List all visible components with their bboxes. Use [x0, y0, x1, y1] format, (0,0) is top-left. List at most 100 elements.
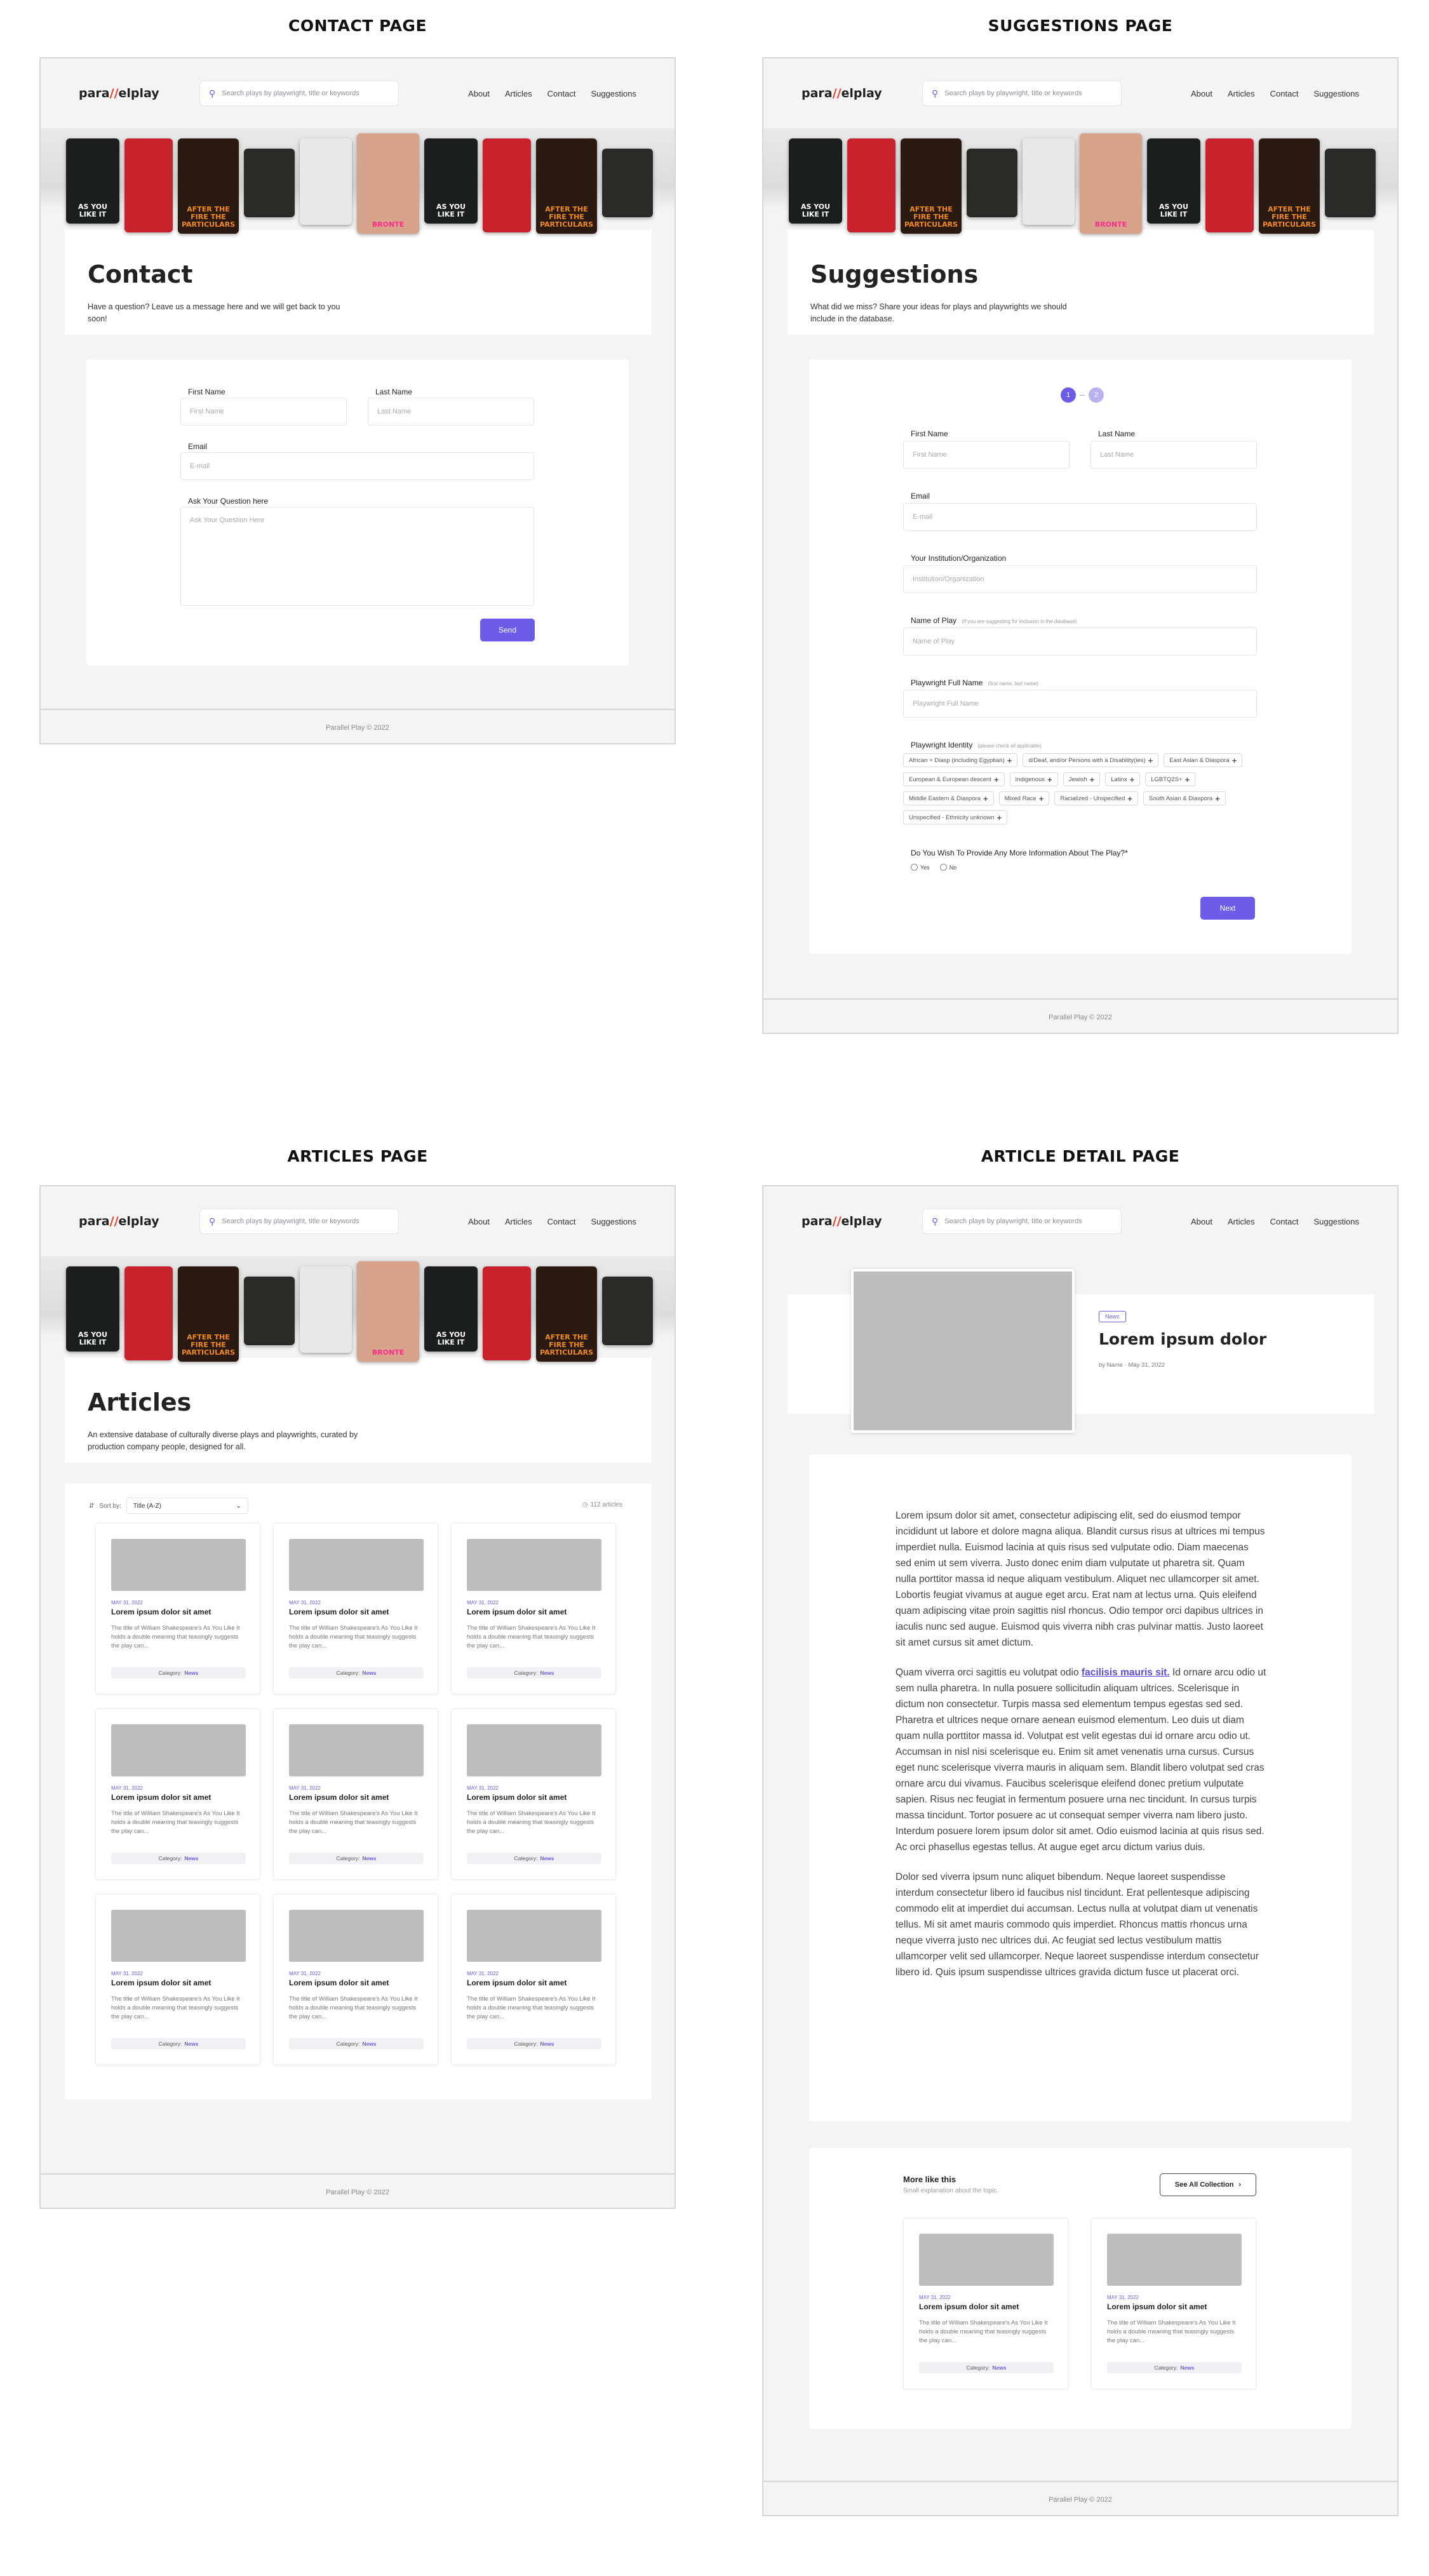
article-card[interactable]: MAY 31, 2022 Lorem ipsum dolor sit amet Th… — [451, 1894, 616, 2065]
nav-articles[interactable]: Articles — [1228, 1217, 1255, 1226]
email-field[interactable]: E-mail — [180, 452, 534, 480]
search-input[interactable]: ⚲ Search plays by playwright, title or ke… — [199, 81, 399, 106]
identity-chip[interactable]: South Asian & Diaspora + — [1143, 791, 1226, 805]
article-card[interactable]: MAY 31, 2022 Lorem ipsum dolor sit amet Th… — [451, 1708, 616, 1880]
nav-about[interactable]: About — [468, 89, 490, 98]
nav-contact[interactable]: Contact — [1270, 1217, 1299, 1226]
nav-suggestions[interactable]: Suggestions — [1313, 1217, 1359, 1226]
identity-chip[interactable]: Jewish + — [1063, 772, 1101, 786]
book-cover[interactable]: BRONTE — [357, 133, 419, 234]
book-cover[interactable] — [602, 149, 653, 217]
sort-select[interactable]: Title (A-Z) ⌄ — [126, 1498, 248, 1514]
search-input[interactable]: ⚲ Search plays by playwright, title or ke… — [922, 81, 1122, 106]
article-card-title[interactable]: Lorem ipsum dolor sit amet — [919, 2302, 1019, 2311]
article-category[interactable]: Category: News — [467, 2038, 601, 2049]
nav-contact[interactable]: Contact — [547, 1217, 576, 1226]
article-card[interactable]: MAY 31, 2022 Lorem ipsum dolor sit amet Th… — [95, 1894, 260, 2065]
book-cover[interactable] — [483, 138, 531, 232]
book-cover[interactable] — [1205, 138, 1254, 232]
article-card-title[interactable]: Lorem ipsum dolor sit amet — [289, 1793, 389, 1802]
book-cover[interactable]: BRONTE — [357, 1261, 419, 1362]
institution-field[interactable]: Institution/Organization — [903, 565, 1257, 593]
identity-chip[interactable]: Latinx + — [1105, 772, 1141, 786]
step-2[interactable]: 2 — [1089, 387, 1104, 403]
article-card[interactable]: MAY 31, 2022 Lorem ipsum dolor sit amet Th… — [273, 1523, 438, 1694]
identity-chip[interactable]: Indigenous + — [1009, 772, 1058, 786]
identity-chip[interactable]: European & European descent + — [903, 772, 1005, 786]
see-all-button[interactable]: See All Collection › — [1160, 2173, 1256, 2196]
article-card-title[interactable]: Lorem ipsum dolor sit amet — [467, 1978, 567, 1987]
identity-chip[interactable]: African + Diasp (including Egyptian) + — [903, 753, 1018, 767]
article-category[interactable]: Category: News — [289, 1667, 424, 1679]
first-name-field[interactable]: First Name — [903, 441, 1070, 469]
nav-about[interactable]: About — [1191, 1217, 1212, 1226]
next-button[interactable]: Next — [1200, 897, 1255, 920]
article-category[interactable]: Category: News — [919, 2362, 1054, 2373]
book-cover[interactable]: AFTER THE FIRE THE PARTICULARS — [178, 1266, 239, 1362]
nav-about[interactable]: About — [468, 1217, 490, 1226]
article-card[interactable]: MAY 31, 2022 Lorem ipsum dolor sit amet Th… — [451, 1523, 616, 1694]
book-cover[interactable] — [124, 1266, 173, 1360]
book-cover[interactable]: AS YOU LIKE IT — [424, 1266, 478, 1352]
book-cover[interactable] — [847, 138, 896, 232]
radio-yes[interactable]: Yes — [911, 864, 930, 871]
article-card[interactable]: MAY 31, 2022 Lorem ipsum dolor sit amet Th… — [903, 2218, 1068, 2389]
nav-contact[interactable]: Contact — [1270, 89, 1299, 98]
article-category[interactable]: Category: News — [111, 1667, 246, 1679]
book-cover[interactable]: AS YOU LIKE IT — [1147, 138, 1200, 224]
question-field[interactable]: Ask Your Question Here — [180, 507, 534, 606]
book-cover[interactable]: AS YOU LIKE IT — [66, 138, 119, 224]
search-input[interactable]: ⚲ Search plays by playwright, title or ke… — [199, 1209, 399, 1234]
book-cover[interactable] — [124, 138, 173, 232]
send-button[interactable]: Send — [480, 619, 535, 641]
book-cover[interactable]: AS YOU LIKE IT — [424, 138, 478, 224]
nav-about[interactable]: About — [1191, 89, 1212, 98]
article-category[interactable]: Category: News — [111, 2038, 246, 2049]
book-cover[interactable]: AFTER THE FIRE THE PARTICULARS — [536, 1266, 597, 1362]
book-cover[interactable] — [244, 1277, 295, 1345]
article-category[interactable]: Category: News — [467, 1853, 601, 1864]
book-cover[interactable] — [1325, 149, 1376, 217]
logo[interactable]: para//elplay — [802, 1214, 890, 1228]
book-cover[interactable] — [244, 149, 295, 217]
book-cover[interactable]: AS YOU LIKE IT — [66, 1266, 119, 1352]
nav-suggestions[interactable]: Suggestions — [1313, 89, 1359, 98]
article-card-title[interactable]: Lorem ipsum dolor sit amet — [467, 1793, 567, 1802]
article-card-title[interactable]: Lorem ipsum dolor sit amet — [111, 1793, 211, 1802]
identity-chip[interactable]: East Asian & Diaspora + — [1164, 753, 1243, 767]
logo[interactable]: para//elplay — [79, 1214, 168, 1228]
article-card-title[interactable]: Lorem ipsum dolor sit amet — [289, 1978, 389, 1987]
book-cover[interactable]: AFTER THE FIRE THE PARTICULARS — [536, 138, 597, 234]
nav-contact[interactable]: Contact — [547, 89, 576, 98]
identity-chip[interactable]: Racialized - Unspecified + — [1054, 791, 1138, 805]
book-cover[interactable] — [602, 1277, 653, 1345]
article-category[interactable]: Category: News — [467, 1667, 601, 1679]
article-card[interactable]: MAY 31, 2022 Lorem ipsum dolor sit amet Th… — [273, 1894, 438, 2065]
playwright-field[interactable]: Playwright Full Name — [903, 690, 1257, 718]
book-cover[interactable] — [1023, 138, 1075, 225]
logo[interactable]: para//elplay — [802, 86, 890, 100]
book-cover[interactable] — [483, 1266, 531, 1360]
article-category[interactable]: Category: News — [111, 1853, 246, 1864]
last-name-field[interactable]: Last Name — [368, 398, 534, 426]
article-card[interactable]: MAY 31, 2022 Lorem ipsum dolor sit amet Th… — [273, 1708, 438, 1880]
article-card[interactable]: MAY 31, 2022 Lorem ipsum dolor sit amet Th… — [95, 1708, 260, 1880]
book-cover[interactable] — [967, 149, 1017, 217]
last-name-field[interactable]: Last Name — [1090, 441, 1257, 469]
logo[interactable]: para//elplay — [79, 86, 168, 100]
inline-link[interactable]: facilisis mauris sit. — [1082, 1667, 1170, 1678]
article-card-title[interactable]: Lorem ipsum dolor sit amet — [111, 1607, 211, 1616]
article-card-title[interactable]: Lorem ipsum dolor sit amet — [111, 1978, 211, 1987]
identity-chip[interactable]: Mixed Race + — [998, 791, 1050, 805]
radio-no[interactable]: No — [939, 864, 956, 871]
article-card-title[interactable]: Lorem ipsum dolor sit amet — [289, 1607, 389, 1616]
book-cover[interactable] — [300, 138, 352, 225]
article-card[interactable]: MAY 31, 2022 Lorem ipsum dolor sit amet Th… — [1091, 2218, 1256, 2389]
identity-chip[interactable]: LGBTQ2S+ + — [1145, 772, 1196, 786]
identity-chip[interactable]: Unspecified - Ethnicity unknown + — [903, 810, 1008, 824]
identity-chip[interactable]: Middle Eastern & Diaspora + — [903, 791, 994, 805]
email-field[interactable]: E-mail — [903, 503, 1257, 531]
nav-suggestions[interactable]: Suggestions — [591, 1217, 636, 1226]
book-cover[interactable]: AFTER THE FIRE THE PARTICULARS — [1259, 138, 1320, 234]
article-card[interactable]: MAY 31, 2022 Lorem ipsum dolor sit amet Th… — [95, 1523, 260, 1694]
